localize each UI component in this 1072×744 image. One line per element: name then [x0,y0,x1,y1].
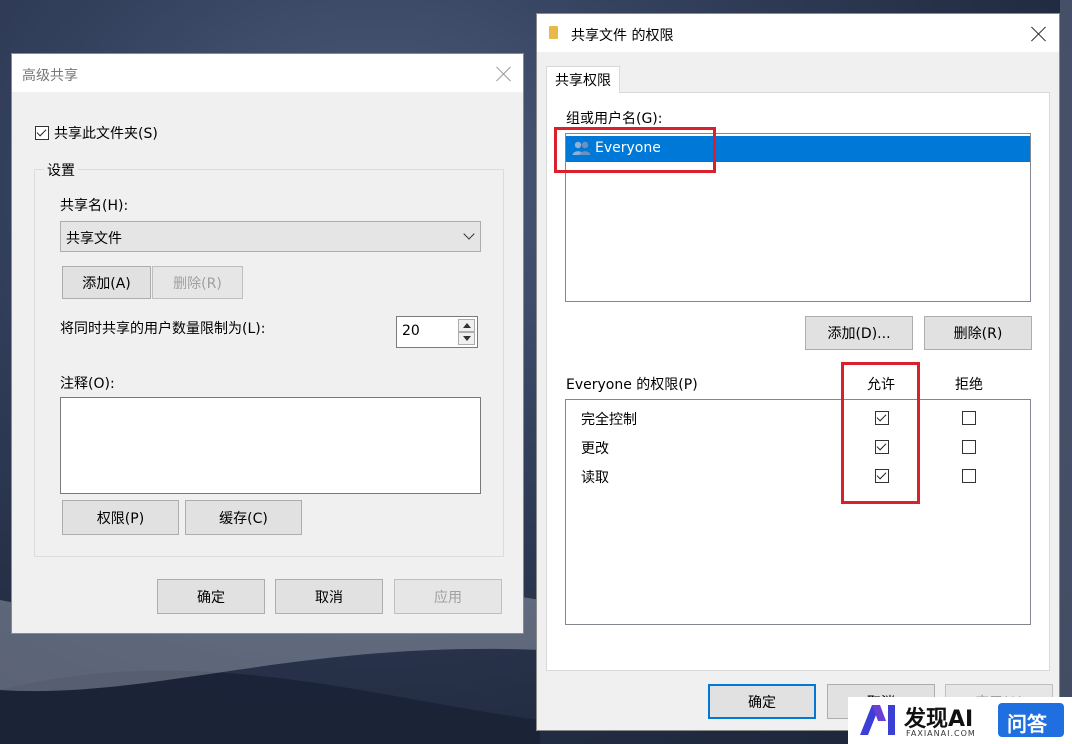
tab-label: 共享权限 [555,73,611,89]
highlight-box-everyone [554,127,716,173]
comment-label: 注释(O): [60,376,115,392]
close-icon[interactable] [496,66,512,82]
advanced-sharing-dialog: 高级共享 共享此文件夹(S) 设置 共享名(H): 共享文件 添加(A) 删除(… [11,53,524,634]
share-folder-checkbox[interactable] [35,126,49,140]
folder-icon [549,26,558,39]
deny-header: 拒绝 [955,377,983,393]
stepper-up-button[interactable] [458,319,475,332]
permissions-titlebar: 共享文件 的权限 [537,14,1059,52]
tab-share-permissions[interactable]: 共享权限 [546,66,620,93]
permissions-for-label: Everyone 的权限(P) [566,377,698,393]
watermark-tag-label: 问答 [1007,712,1047,736]
watermark-tag: 问答 [998,703,1064,737]
user-limit-value: 20 [402,323,420,339]
apply-button[interactable]: 应用 [394,579,502,614]
advanced-sharing-titlebar: 高级共享 [12,54,523,92]
settings-group-label: 设置 [44,160,78,180]
arrow-up-icon [463,323,471,328]
group-user-label: 组或用户名(G): [566,111,663,127]
deny-checkbox[interactable] [962,469,976,483]
deny-checkbox[interactable] [962,411,976,425]
ai-logo-icon [860,705,895,735]
add-share-button[interactable]: 添加(A) [62,266,151,299]
ok-button[interactable]: 确定 [157,579,265,614]
remove-user-button[interactable]: 删除(R) [924,316,1032,350]
permissions-dialog: 共享文件 的权限 共享权限 组或用户名(G): Everyone 添加(D)..… [536,13,1060,731]
user-limit-label: 将同时共享的用户数量限制为(L): [60,321,266,337]
watermark-logo: 发现AI FAXIANAI.COM 问答 [848,697,1072,744]
chevron-down-icon [463,228,475,240]
cancel-button[interactable]: 取消 [275,579,383,614]
permission-name: 更改 [581,441,609,457]
user-limit-stepper[interactable]: 20 [396,316,478,348]
share-name-label: 共享名(H): [60,198,129,214]
share-folder-label: 共享此文件夹(S) [54,126,158,142]
close-icon[interactable] [1031,26,1047,42]
remove-share-button[interactable]: 删除(R) [152,266,243,299]
caching-button[interactable]: 缓存(C) [185,500,302,535]
watermark-domain: FAXIANAI.COM [906,729,976,738]
deny-checkbox[interactable] [962,440,976,454]
permissions-list: 完全控制 更改 读取 [565,399,1031,625]
permission-name: 读取 [581,470,609,486]
add-user-button[interactable]: 添加(D)... [805,316,913,350]
highlight-box-allow [841,362,920,504]
stepper-down-button[interactable] [458,332,475,345]
dialog-title: 共享文件 的权限 [571,28,674,44]
comment-textarea[interactable] [60,397,481,494]
permission-name: 完全控制 [581,412,637,428]
share-name-value: 共享文件 [66,231,122,247]
arrow-down-icon [463,336,471,341]
dialog-title: 高级共享 [22,68,78,84]
share-name-dropdown[interactable]: 共享文件 [60,221,481,252]
permissions-button[interactable]: 权限(P) [62,500,179,535]
ok-button[interactable]: 确定 [708,684,816,719]
